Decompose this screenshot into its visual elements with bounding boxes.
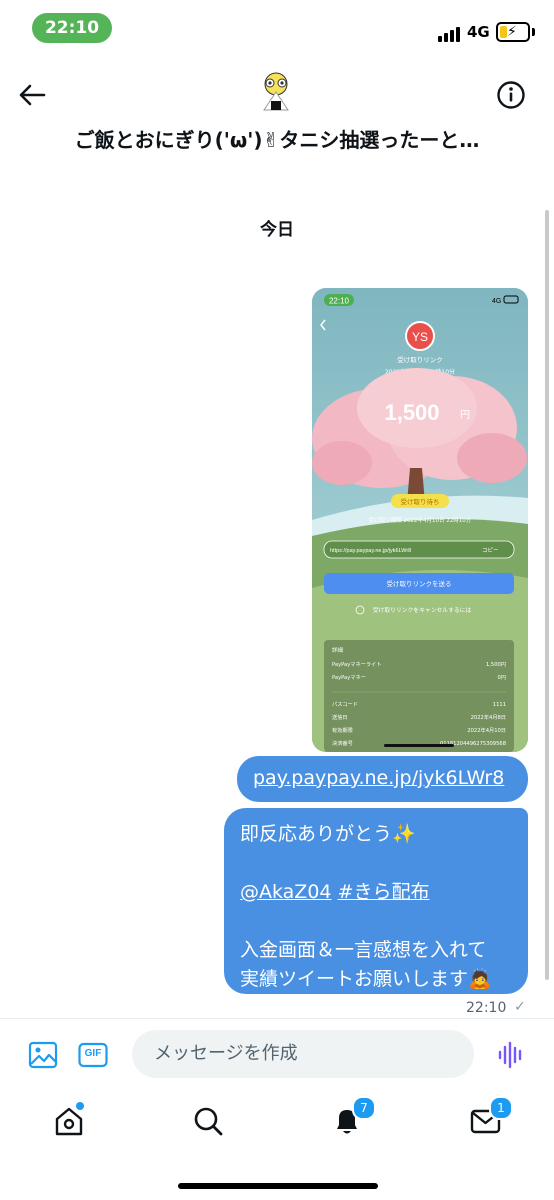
home-indicator — [178, 1183, 378, 1189]
conversation-title: ご飯とおにぎり('ω')✌タニシ抽選ったーと… — [74, 128, 480, 152]
onigiri-avatar-icon — [263, 72, 289, 111]
screenshot-detail-label: 有効期限 — [332, 726, 353, 734]
notifications-badge: 7 — [352, 1096, 376, 1120]
svg-text:YS: YS — [412, 330, 428, 344]
screenshot-detail-label: PayPayマネー — [332, 674, 366, 681]
screenshot-detail-value: 2022年4月8日 — [471, 713, 506, 721]
arrow-left-icon — [19, 84, 46, 106]
text-message-bubble[interactable]: 即反応ありがとう✨ @AkaZ04 #きら配布 入金画面＆一言感想を入れて 実績… — [224, 808, 528, 994]
voice-wave-icon — [498, 1041, 522, 1069]
screenshot-detail-value: 1,500円 — [486, 661, 506, 668]
charging-bolt-icon: ⚡ — [507, 24, 517, 40]
screenshot-detail-label: 送信日 — [332, 713, 348, 721]
message-timestamp: 22:10 — [466, 1000, 507, 1016]
image-icon — [28, 1041, 58, 1069]
day-separator: 今日 — [260, 220, 294, 240]
paypay-screenshot: 22:10 4G YS 受け取りリンク 2022年4月8日 22時10分 1,5… — [312, 288, 528, 752]
screenshot-status-badge: 受け取り待ち — [401, 497, 440, 506]
screenshot-status-network: 4G — [492, 298, 501, 305]
messages-badge: 1 — [489, 1096, 513, 1120]
screenshot-cancel-text: 受け取りリンクをキャンセルするには — [373, 606, 472, 614]
hashtag-link[interactable]: #きら配布 — [338, 881, 430, 903]
avatar[interactable] — [258, 72, 294, 112]
tab-messages[interactable]: 1 — [469, 1096, 513, 1138]
info-button[interactable] — [496, 80, 526, 110]
screenshot-detail-value: 0円 — [498, 674, 507, 681]
image-button[interactable] — [28, 1040, 58, 1070]
screenshot-title: 受け取りリンク — [397, 355, 443, 364]
screenshot-detail-label: PayPayマネーライト — [332, 661, 381, 668]
link-message-bubble[interactable]: pay.paypay.ne.jp/jyk6LWr8 — [237, 756, 528, 802]
message-line-4: 実績ツイートお願いします🙇 — [240, 968, 492, 990]
voice-message-button[interactable] — [496, 1040, 526, 1070]
gif-label: GIF — [84, 1048, 102, 1059]
screenshot-detail-value: 2022年4月10日 — [467, 726, 506, 734]
info-icon — [497, 81, 525, 109]
link-text[interactable]: pay.paypay.ne.jp/jyk6LWr8 — [253, 767, 504, 789]
tab-notifications[interactable]: 7 — [330, 1096, 376, 1138]
message-input[interactable]: メッセージを作成 — [132, 1030, 474, 1078]
screenshot-details-heading: 詳細 — [332, 646, 344, 654]
composer-divider — [0, 1018, 554, 1019]
search-icon — [194, 1107, 223, 1136]
screenshot-currency: 円 — [460, 410, 470, 421]
network-type: 4G — [467, 23, 490, 41]
message-line-3: 入金画面＆一言感想を入れて — [240, 939, 487, 961]
screenshot-detail-label: パスコード — [332, 701, 358, 708]
signal-icon — [438, 24, 464, 42]
mention-link[interactable]: @AkaZ04 — [240, 881, 332, 903]
battery-icon: ⚡ — [496, 22, 530, 42]
screenshot-expiry: 受け取り期限 2022年4月10日 22時10分 — [369, 516, 472, 524]
scrollbar[interactable] — [545, 210, 549, 980]
status-bar: 22:10 4G ⚡ — [0, 0, 554, 56]
tab-search[interactable] — [191, 1104, 225, 1138]
message-line-1: 即反応ありがとう✨ — [240, 823, 416, 845]
screenshot-amount: 1,500 — [384, 400, 439, 425]
read-receipt-icon: ✓ — [514, 999, 526, 1015]
battery-level — [500, 26, 507, 38]
screenshot-copy-label: コピー — [482, 547, 499, 554]
screenshot-send-button: 受け取りリンクを送る — [387, 579, 452, 588]
gif-button[interactable]: GIF — [78, 1040, 108, 1070]
screenshot-link-text: https://pay.paypay.ne.jp/jyk6LWr8 — [330, 548, 411, 554]
screenshot-detail-label: 決済番号 — [332, 739, 353, 747]
screenshot-status-time: 22:10 — [329, 297, 350, 306]
back-button[interactable] — [16, 78, 50, 112]
tab-home[interactable] — [52, 1102, 86, 1138]
battery-tip — [532, 28, 535, 36]
screenshot-detail-value: 1111 — [493, 702, 506, 708]
image-message[interactable]: 22:10 4G YS 受け取りリンク 2022年4月8日 22時10分 1,5… — [312, 288, 528, 752]
status-time: 22:10 — [32, 13, 112, 43]
home-unread-dot — [76, 1102, 84, 1110]
